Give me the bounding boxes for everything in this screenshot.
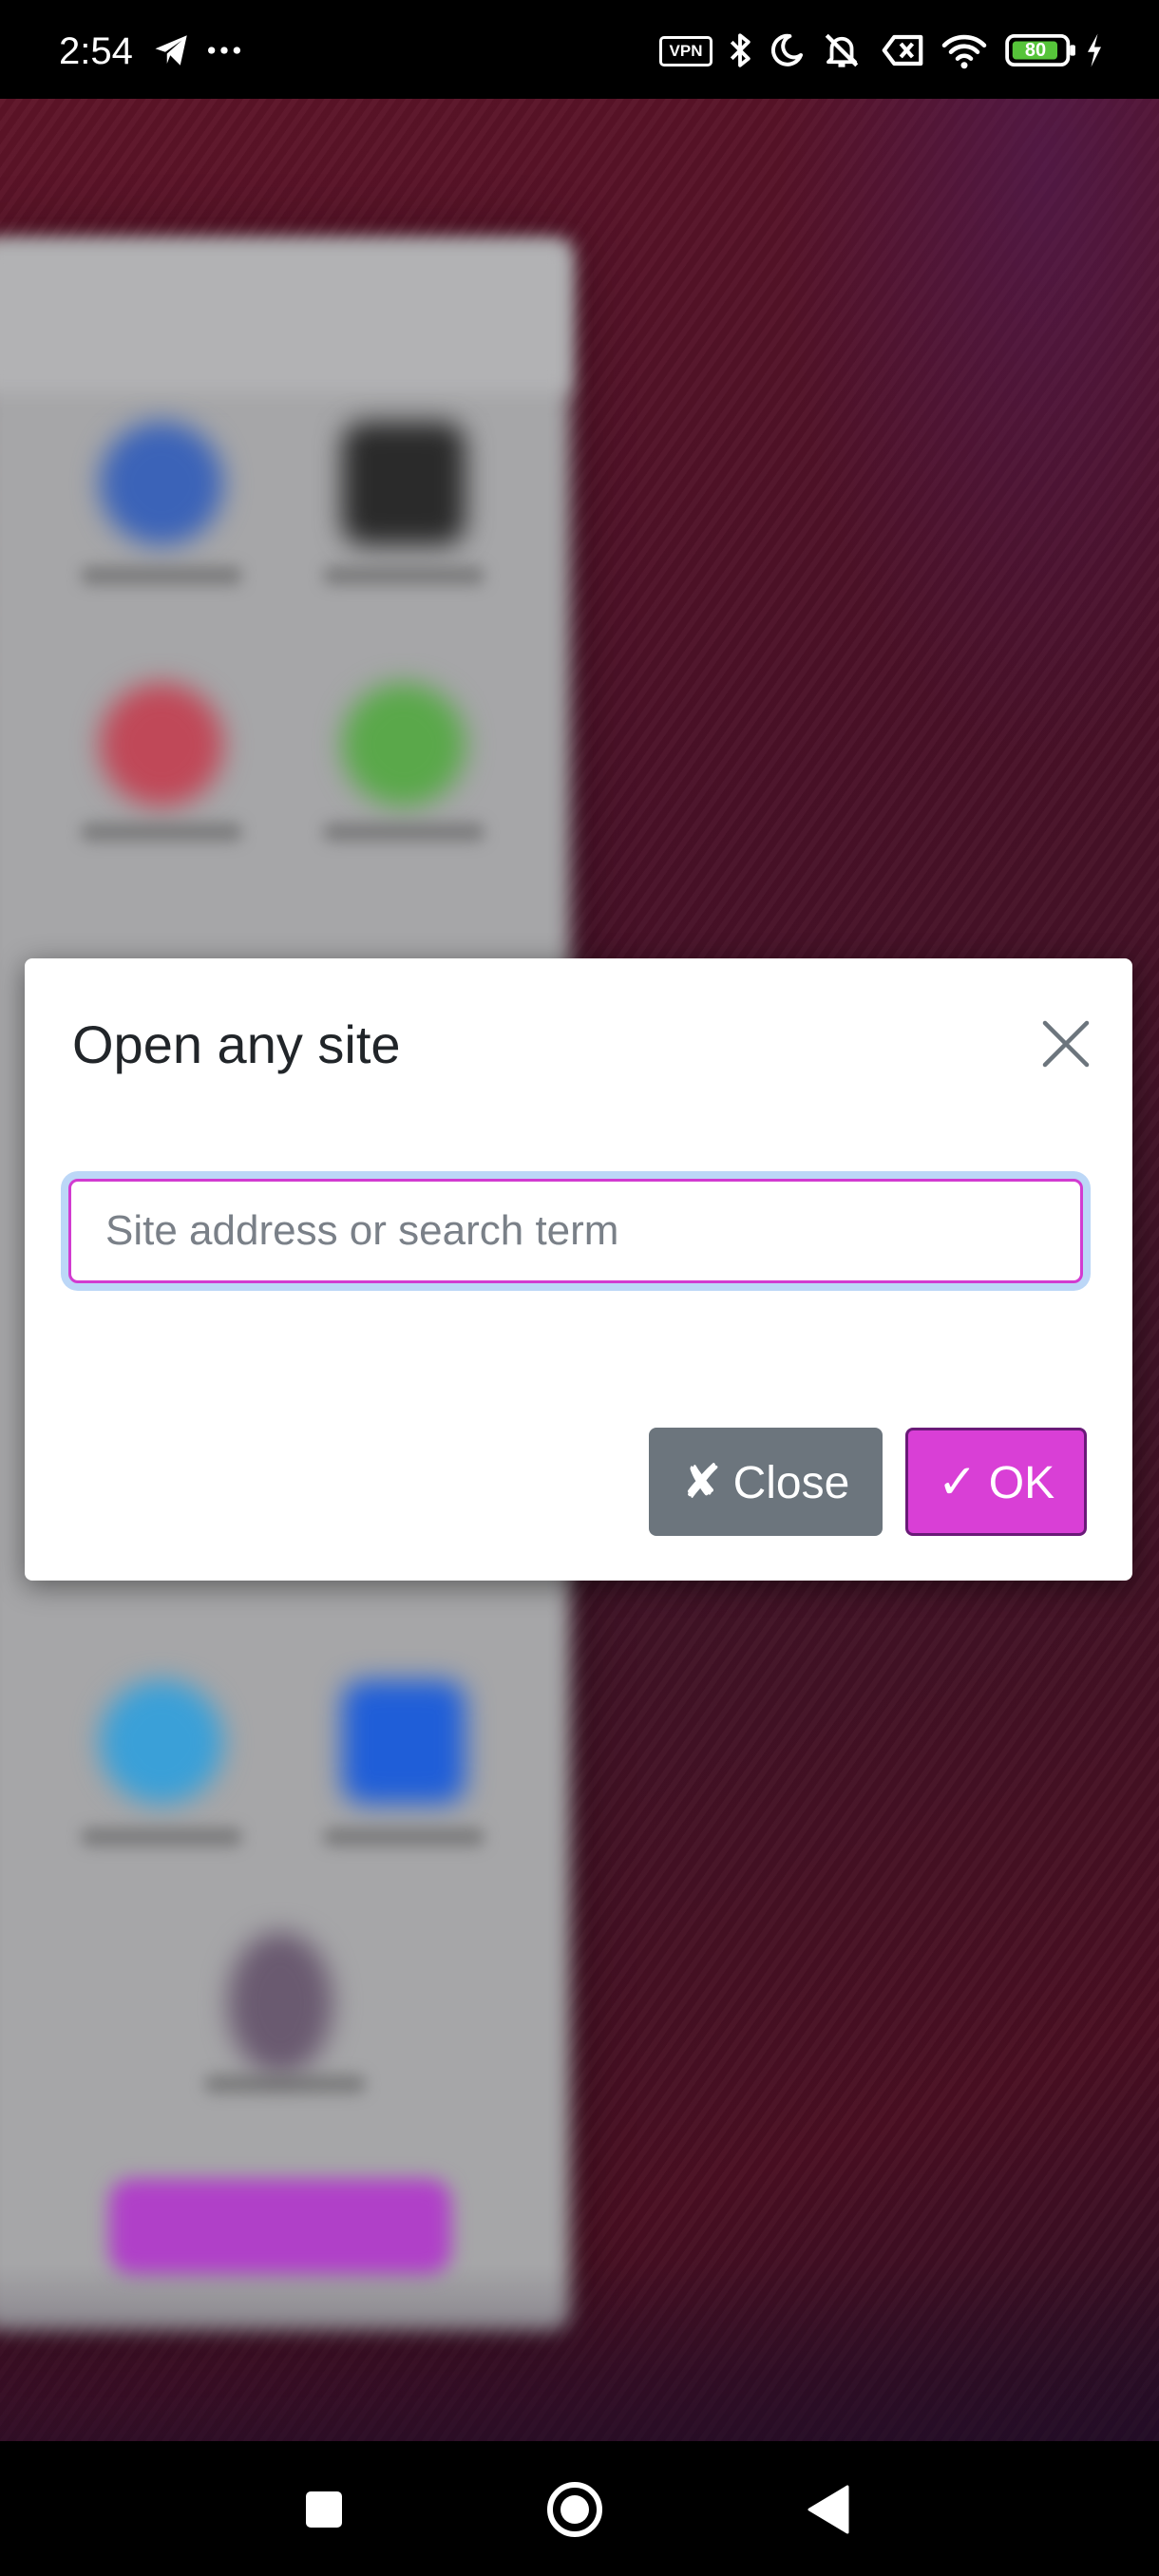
open-site-dialog: Open any site ✘Close ✓OK [25, 958, 1132, 1581]
close-icon[interactable] [1039, 1017, 1092, 1070]
blurred-app-icon [228, 1932, 332, 2074]
more-dots-icon [208, 47, 240, 54]
status-bar: 2:54 VPN 80 [0, 0, 1159, 99]
mute-icon [825, 33, 859, 67]
telegram-icon [155, 35, 187, 66]
background-glow [779, 99, 1159, 764]
background-app-header [0, 241, 570, 393]
blurred-app-icon [100, 422, 223, 545]
bluetooth-icon [730, 33, 750, 67]
status-time: 2:54 [59, 30, 133, 72]
close-button[interactable]: ✘ Close [649, 1428, 883, 1536]
blurred-app-label [204, 2074, 366, 2093]
blurred-app-label [323, 566, 484, 585]
blurred-background-button [109, 2179, 451, 2274]
site-input-container [68, 1179, 1083, 1283]
charging-icon [1088, 33, 1101, 67]
recents-square-icon[interactable] [291, 2475, 357, 2542]
blurred-app-label [81, 1828, 242, 1847]
navigation-bar [0, 2441, 1159, 2576]
site-address-input[interactable] [71, 1182, 1080, 1280]
vpn-icon: VPN [659, 36, 712, 66]
close-button-label: Close [732, 1458, 850, 1508]
blurred-app-icon [342, 683, 466, 806]
battery-level-text: 80 [1024, 40, 1047, 61]
background-fade [0, 2264, 1159, 2441]
wifi-icon [941, 34, 987, 69]
blurred-app-label [81, 823, 242, 842]
blurred-app-label [81, 566, 242, 585]
dialog-title: Open any site [72, 1014, 401, 1074]
sim-icon [882, 34, 923, 66]
back-triangle-icon[interactable] [796, 2475, 863, 2542]
check-mark-icon: ✓ [937, 1455, 978, 1508]
cross-mark-icon: ✘ [681, 1455, 722, 1508]
ok-button[interactable]: ✓ OK [905, 1428, 1087, 1536]
blurred-app-icon [342, 422, 466, 545]
moon-icon [770, 33, 803, 66]
blurred-app-icon [100, 683, 223, 806]
screen: 2:54 VPN 80 Open any site Site address o… [0, 0, 1159, 2576]
ok-button-label: OK [988, 1458, 1055, 1508]
blurred-app-label [323, 1828, 484, 1847]
blurred-app-label [323, 823, 484, 842]
home-circle-icon[interactable] [542, 2475, 608, 2542]
blurred-app-icon [100, 1680, 223, 1804]
blurred-app-icon [342, 1680, 466, 1804]
